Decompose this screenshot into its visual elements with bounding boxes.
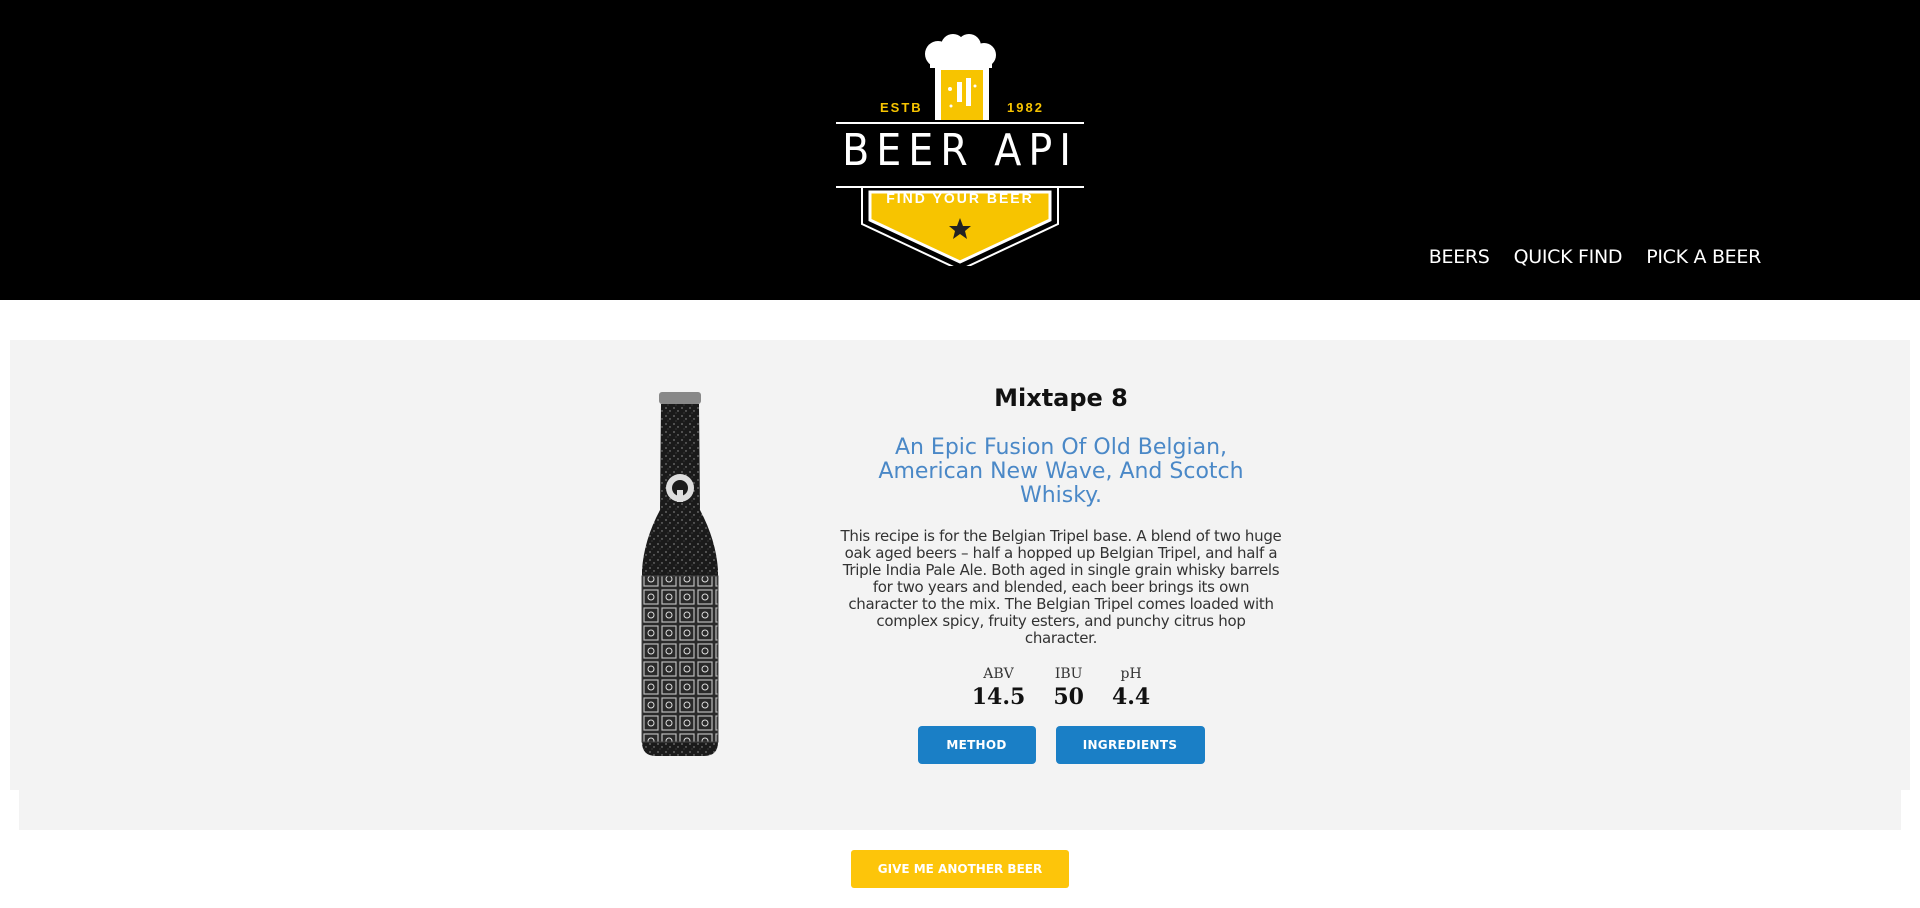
logo-title: BEER API	[842, 125, 1078, 176]
stat-abv: ABV 14.5	[972, 666, 1026, 710]
beer-stats: ABV 14.5 IBU 50 pH 4.4	[826, 666, 1296, 710]
stat-ph-label: pH	[1120, 665, 1142, 682]
beer-name: Mixtape 8	[994, 384, 1128, 412]
stat-abv-value: 14.5	[971, 683, 1026, 710]
stat-abv-label: ABV	[983, 665, 1014, 682]
logo-tagline: FIND YOUR BEER	[886, 190, 1034, 206]
stat-ph-value: 4.4	[1111, 683, 1151, 710]
beer-actions: METHOD INGREDIENTS	[826, 725, 1296, 764]
beer-description: This recipe is for the Belgian Tripel ba…	[840, 527, 1282, 647]
nav-quick-find-link[interactable]: QUICK FIND	[1514, 246, 1623, 268]
method-button[interactable]: METHOD	[917, 725, 1036, 764]
card-shadow-strip	[19, 790, 1901, 830]
stat-ph: pH 4.4	[1112, 666, 1150, 710]
beer-bottle-image	[624, 390, 736, 758]
beer-tagline: An Epic Fusion Of Old Belgian, American …	[878, 434, 1244, 509]
beer-info: Mixtape 8 An Epic Fusion Of Old Belgian,…	[826, 384, 1296, 764]
beer-api-logo[interactable]: ESTB 1982 BEER API FIND YOUR BEER	[834, 34, 1086, 266]
ingredients-button[interactable]: INGREDIENTS	[1055, 725, 1205, 764]
stat-ibu: IBU 50	[1053, 666, 1084, 710]
logo-year-text: 1982	[1007, 100, 1044, 115]
stat-ibu-label: IBU	[1054, 665, 1083, 682]
nav-pick-a-beer-link[interactable]: PICK A BEER	[1646, 246, 1761, 268]
give-me-another-beer-button[interactable]: GIVE ME ANOTHER BEER	[851, 850, 1069, 888]
main-nav: BEERS QUICK FIND PICK A BEER	[1429, 246, 1762, 268]
nav-beers-link[interactable]: BEERS	[1429, 246, 1490, 268]
logo-estb-text: ESTB	[880, 100, 923, 115]
stat-ibu-value: 50	[1053, 683, 1084, 710]
site-header: ESTB 1982 BEER API FIND YOUR BEER BEERS …	[0, 0, 1920, 300]
